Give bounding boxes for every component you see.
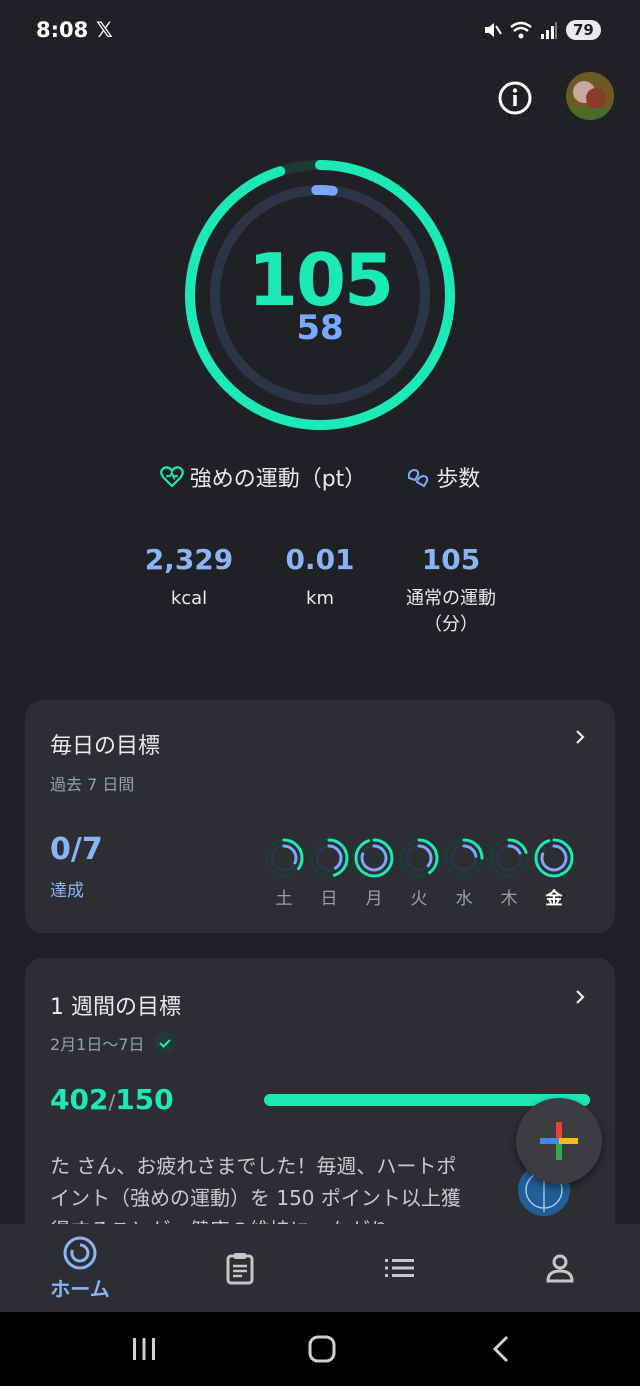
- bottom-nav: ホーム: [0, 1224, 640, 1312]
- day-6: 金: [534, 838, 574, 909]
- day-label: 火: [410, 889, 428, 909]
- person-icon: [546, 1254, 574, 1283]
- wifi-icon: [510, 21, 532, 39]
- weekly-goal-title: 1 週間の目標: [50, 995, 181, 1020]
- nav-journal[interactable]: [160, 1224, 320, 1312]
- day-label: 水: [455, 889, 473, 909]
- day-ring: [444, 838, 484, 878]
- nav-browse[interactable]: [320, 1224, 480, 1312]
- add-activity-button[interactable]: [516, 1098, 602, 1184]
- list-icon: [385, 1259, 414, 1277]
- info-icon[interactable]: [497, 80, 533, 116]
- avatar[interactable]: [566, 72, 614, 120]
- mute-icon: [485, 23, 502, 37]
- ring-legend: 強めの運動（pt） 歩数: [0, 461, 640, 493]
- clipboard-icon: [226, 1253, 254, 1285]
- day-label: 月: [365, 889, 383, 909]
- day-label: 木: [500, 889, 518, 909]
- chevron-right-icon: [576, 990, 585, 1004]
- weekly-goal-date-range: 2月1日〜7日: [50, 1035, 145, 1054]
- weekly-goal-date-row: 2月1日〜7日: [50, 1031, 177, 1055]
- day-5: 木: [489, 838, 529, 909]
- signal-icon: [541, 22, 557, 39]
- check-circle-icon: [153, 1032, 176, 1054]
- steps-value: 58: [296, 308, 344, 348]
- status-time: 8:08: [36, 18, 89, 42]
- day-ring: [489, 838, 529, 878]
- weekly-goal-progress: 402/150: [50, 1083, 174, 1116]
- day-0: 土: [264, 838, 304, 909]
- back-icon[interactable]: [490, 1335, 514, 1363]
- weekly-progress-goal: 150: [115, 1083, 174, 1116]
- day-ring: [534, 838, 574, 878]
- stat-move-minutes: 105 通常の運動 （分）: [366, 543, 536, 638]
- system-nav-bar: [0, 1312, 640, 1386]
- nav-profile[interactable]: [480, 1224, 640, 1312]
- home-button-icon[interactable]: [308, 1335, 336, 1363]
- home-ring-icon: [63, 1236, 97, 1269]
- status-icons: 79: [482, 20, 601, 40]
- legend-heart-label: 強めの運動（pt）: [189, 467, 367, 492]
- day-ring: [399, 838, 439, 878]
- daily-goal-subtitle: 過去 7 日間: [50, 775, 135, 794]
- x-app-icon: 𝕏: [96, 18, 113, 42]
- legend-steps-label: 歩数: [436, 467, 481, 492]
- battery-indicator: 79: [566, 20, 601, 40]
- recent-apps-icon[interactable]: [130, 1336, 158, 1362]
- daily-goal-days: 土日月火水木金: [264, 838, 574, 909]
- day-2: 月: [354, 838, 394, 909]
- nav-home[interactable]: ホーム: [0, 1224, 160, 1312]
- day-ring: [354, 838, 394, 878]
- daily-goal-count: 0/7: [50, 832, 103, 867]
- nav-home-label: ホーム: [50, 1276, 110, 1301]
- day-1: 日: [309, 838, 349, 909]
- day-label: 日: [320, 889, 338, 909]
- plus-icon: [540, 1122, 578, 1160]
- day-label: 金: [545, 889, 563, 909]
- stat-move-minutes-value: 105: [421, 543, 481, 576]
- chevron-right-icon: [576, 730, 585, 744]
- legend-heart-points: 強めの運動（pt）: [159, 461, 367, 493]
- steps-icon: [408, 468, 429, 488]
- day-label: 土: [275, 889, 293, 909]
- day-ring: [264, 838, 304, 878]
- day-3: 火: [399, 838, 439, 909]
- daily-goal-title: 毎日の目標: [50, 734, 161, 759]
- stat-move-minutes-label: 通常の運動 （分）: [406, 588, 496, 635]
- day-4: 水: [444, 838, 484, 909]
- weekly-progress-value: 402: [50, 1083, 109, 1116]
- avatar-image: [566, 72, 614, 120]
- legend-steps: 歩数: [406, 461, 480, 493]
- daily-goal-achieved-label: 達成: [50, 881, 84, 901]
- heart-icon: [159, 466, 184, 488]
- day-ring: [309, 838, 349, 878]
